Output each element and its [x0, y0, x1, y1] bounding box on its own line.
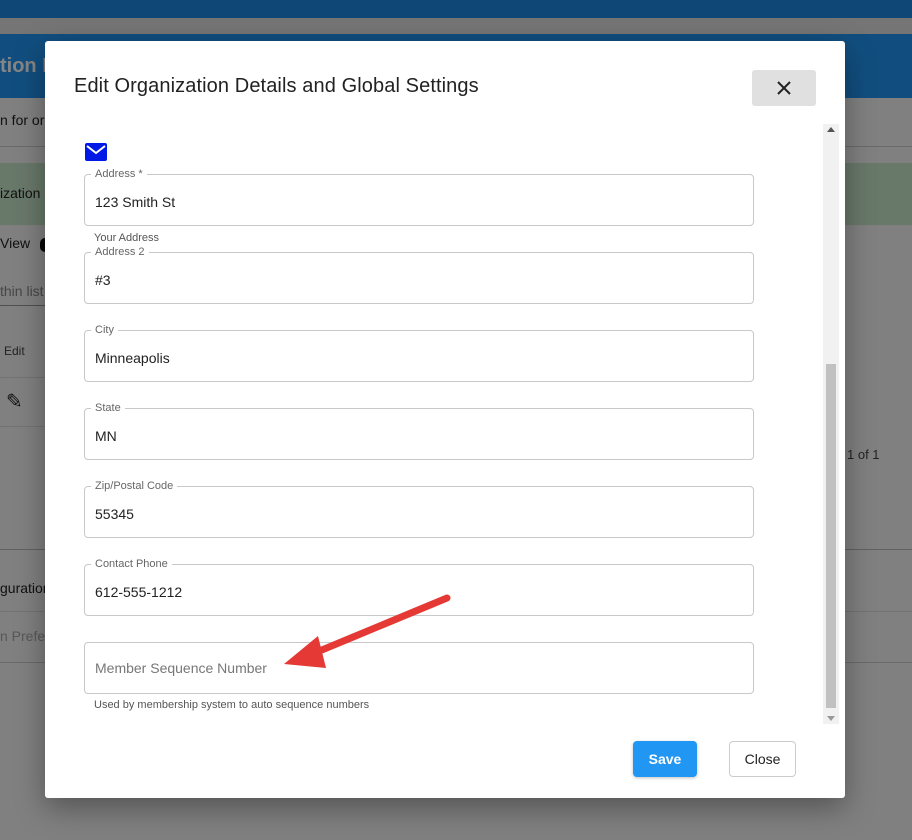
close-icon: [777, 81, 791, 95]
scroll-down-arrow-icon[interactable]: [827, 716, 835, 721]
dialog-content: Address * 123 Smith St Your Address Addr…: [45, 123, 845, 723]
dialog-title: Edit Organization Details and Global Set…: [74, 75, 479, 97]
city-label: City: [91, 323, 118, 337]
address2-value: #3: [95, 272, 111, 288]
city-value: Minneapolis: [95, 350, 170, 366]
state-label: State: [91, 401, 125, 415]
scroll-up-arrow-icon[interactable]: [827, 127, 835, 132]
save-button[interactable]: Save: [633, 741, 697, 777]
close-dialog-button[interactable]: [752, 70, 816, 106]
address-hint: Your Address: [94, 232, 160, 244]
state-field[interactable]: State MN: [84, 401, 754, 460]
contact-phone-value: 612-555-1212: [95, 584, 183, 600]
member-sequence-hint: Used by membership system to auto sequen…: [94, 699, 370, 711]
address-label: Address *: [91, 167, 147, 181]
zip-value: 55345: [95, 506, 134, 522]
close-button[interactable]: Close: [729, 741, 796, 777]
member-sequence-number-placeholder: Member Sequence Number: [95, 660, 267, 676]
edit-organization-dialog: Edit Organization Details and Global Set…: [45, 41, 845, 798]
zip-field[interactable]: Zip/Postal Code 55345: [84, 479, 754, 538]
zip-label: Zip/Postal Code: [91, 479, 178, 493]
city-field[interactable]: City Minneapolis: [84, 323, 754, 382]
address2-label: Address 2: [91, 245, 149, 259]
address-value: 123 Smith St: [95, 194, 176, 210]
scroll-thumb[interactable]: [826, 364, 836, 708]
state-value: MN: [95, 428, 117, 444]
member-sequence-number-field[interactable]: Member Sequence Number: [84, 642, 754, 694]
dialog-scrollbar[interactable]: [823, 124, 839, 724]
contact-phone-label: Contact Phone: [91, 557, 172, 571]
mail-icon: [85, 143, 107, 161]
address-field[interactable]: Address * 123 Smith St: [84, 167, 754, 226]
contact-phone-field[interactable]: Contact Phone 612-555-1212: [84, 557, 754, 616]
address2-field[interactable]: Address 2 #3: [84, 245, 754, 304]
